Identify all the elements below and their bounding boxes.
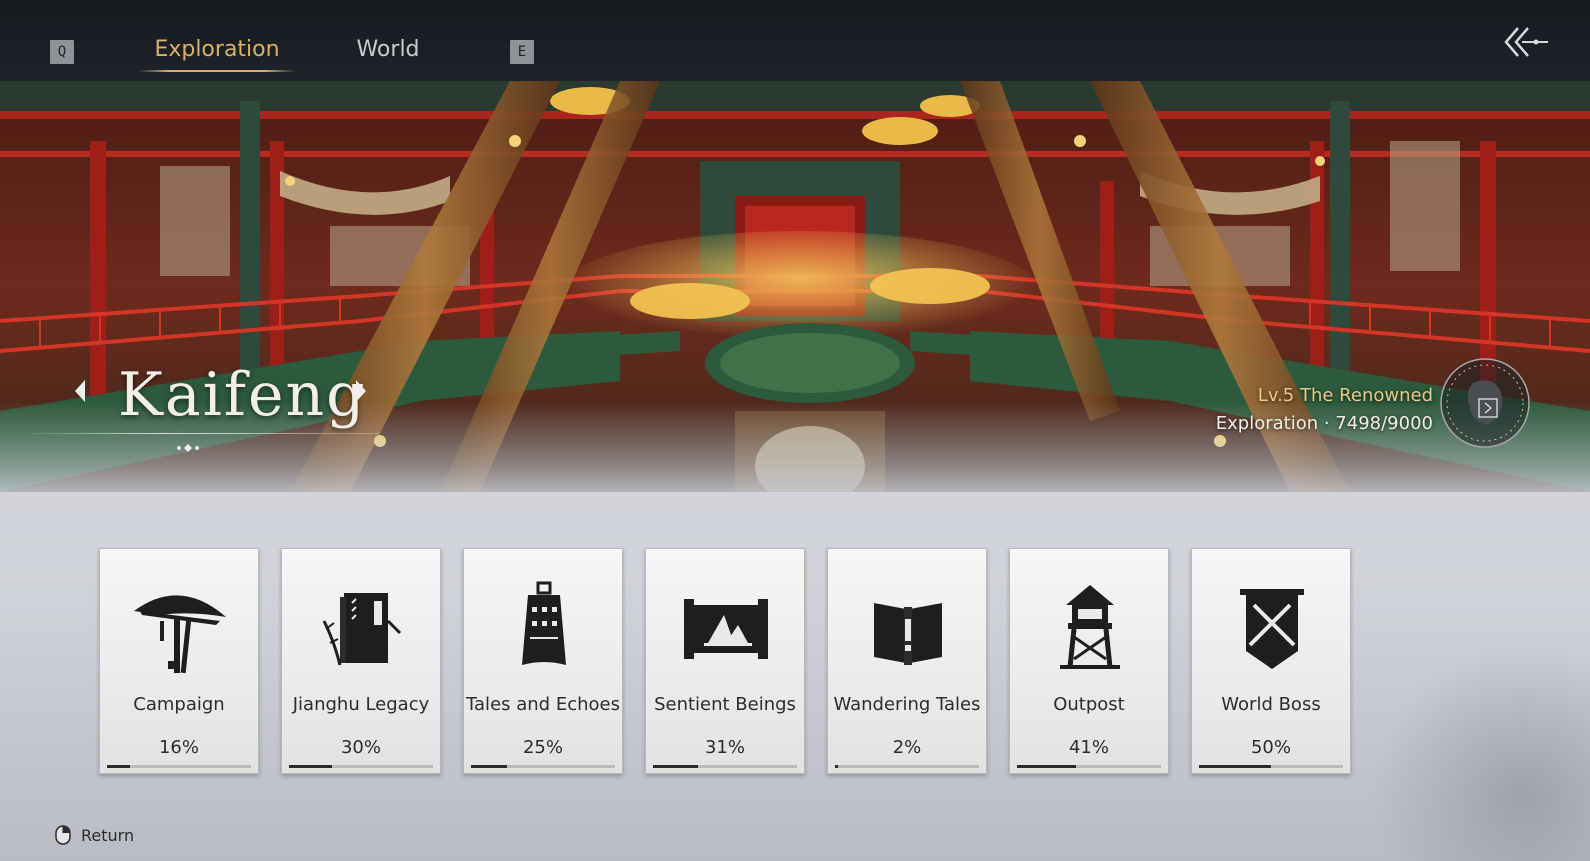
card-progress-fill <box>471 765 507 768</box>
key-hint-next-tab[interactable]: E <box>510 40 534 64</box>
region-emblem-icon <box>1440 358 1530 448</box>
mist-decoration <box>1370 641 1590 861</box>
mouse-right-click-icon <box>55 825 71 845</box>
card-progress-fill <box>1017 765 1077 768</box>
prev-region-arrow-icon[interactable] <box>75 380 85 402</box>
card-progress-fill <box>107 765 131 768</box>
bell-icon <box>522 581 566 665</box>
exploration-progress: Exploration · 7498/9000 <box>1215 413 1433 434</box>
category-cards: Campaign 16% Jianghu Legacy 30% Tales an… <box>99 548 1369 774</box>
card-progress-fill <box>835 765 838 768</box>
card-label: Sentient Beings <box>654 694 796 715</box>
open-book-exclamation-icon <box>874 603 942 665</box>
card-label: Jianghu Legacy <box>292 694 430 715</box>
straw-hat-swords-icon <box>134 595 226 674</box>
scroll-painting-icon <box>684 599 768 659</box>
card-percent: 25% <box>522 737 563 758</box>
card-tales-and-echoes[interactable]: Tales and Echoes 25% <box>463 548 623 774</box>
card-percent: 50% <box>1250 737 1291 758</box>
return-button[interactable]: Return <box>55 824 134 846</box>
watchtower-icon <box>1060 585 1120 669</box>
back-button[interactable] <box>1502 24 1552 60</box>
card-jianghu-legacy[interactable]: Jianghu Legacy 30% <box>281 548 441 774</box>
region-emblem[interactable] <box>1435 355 1535 451</box>
book-bamboo-icon <box>322 593 402 666</box>
card-label: World Boss <box>1221 694 1321 715</box>
card-progress-fill <box>289 765 333 768</box>
card-label: Tales and Echoes <box>466 694 620 715</box>
card-progress-bar <box>1199 765 1343 768</box>
card-label: Outpost <box>1053 694 1125 715</box>
card-progress-bar <box>835 765 979 768</box>
tab-world[interactable]: World <box>345 32 431 72</box>
card-label: Wandering Tales <box>833 694 981 715</box>
key-hint-prev-tab[interactable]: Q <box>50 40 74 64</box>
card-percent: 31% <box>704 737 745 758</box>
double-chevron-back-icon <box>1504 27 1548 57</box>
card-progress-bar <box>289 765 433 768</box>
card-sentient-beings[interactable]: Sentient Beings 31% <box>645 548 805 774</box>
card-wandering-tales[interactable]: Wandering Tales 2% <box>827 548 987 774</box>
card-label: Campaign <box>133 694 225 715</box>
region-name: Kaifeng <box>118 360 367 430</box>
card-progress-fill <box>1199 765 1271 768</box>
tab-exploration[interactable]: Exploration <box>138 32 296 72</box>
return-label: Return <box>81 825 135 845</box>
crossed-swords-banner-icon <box>1240 589 1304 669</box>
card-campaign[interactable]: Campaign 16% <box>99 548 259 774</box>
card-progress-bar <box>471 765 615 768</box>
card-world-boss[interactable]: World Boss 50% <box>1191 548 1351 774</box>
card-percent: 2% <box>892 737 922 758</box>
next-region-arrow-icon[interactable] <box>356 380 366 402</box>
card-progress-bar <box>107 765 251 768</box>
card-percent: 41% <box>1068 737 1109 758</box>
title-underline <box>20 433 380 434</box>
card-progress-bar <box>653 765 797 768</box>
region-banner: Kaifeng Lv.5 The Renowned Exploration · … <box>0 81 1590 492</box>
card-progress-fill <box>653 765 698 768</box>
card-outpost[interactable]: Outpost 41% <box>1009 548 1169 774</box>
card-percent: 30% <box>340 737 381 758</box>
card-percent: 16% <box>158 737 199 758</box>
card-progress-bar <box>1017 765 1161 768</box>
renown-level: Lv.5 The Renowned <box>1257 385 1433 406</box>
page-indicator-dots <box>177 444 199 452</box>
top-bar: Q Exploration World E <box>0 0 1590 81</box>
